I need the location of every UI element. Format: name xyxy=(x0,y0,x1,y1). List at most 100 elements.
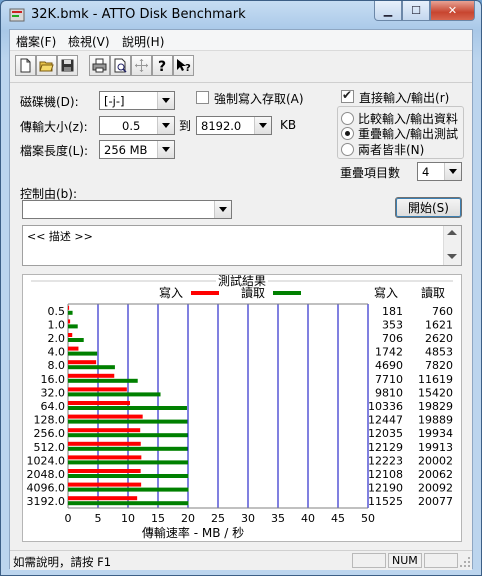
description-textbox[interactable]: << 描述 >> xyxy=(22,225,462,266)
write-value: 12190 xyxy=(368,482,403,495)
write-bar xyxy=(68,455,142,460)
write-value: 11525 xyxy=(368,495,403,508)
open-folder-icon[interactable] xyxy=(36,55,57,76)
direct-io-label: 直接輸入/輸出(r) xyxy=(359,91,450,105)
read-bar xyxy=(68,310,73,315)
chevron-down-icon xyxy=(444,163,461,180)
x-tick-label: 50 xyxy=(361,512,375,525)
window-title: 32K.bmk - ATTO Disk Benchmark xyxy=(31,7,246,22)
menu-view[interactable]: 檢視(V) xyxy=(68,33,110,50)
chevron-down-icon xyxy=(157,117,174,134)
results-chart: 測試結果 寫入 讀取 寫入 讀取 0 5 10 15 20 25 30 35 40 45 500.5… xyxy=(27,273,453,540)
y-tick-label: 16.0 xyxy=(41,373,66,386)
write-bar xyxy=(68,401,131,405)
close-button[interactable]: ✕ xyxy=(430,1,475,21)
y-tick-label: 2.0 xyxy=(48,332,66,345)
read-value: 19889 xyxy=(418,414,453,427)
move-icon[interactable] xyxy=(131,55,152,76)
chevron-down-icon xyxy=(254,117,271,134)
read-bar xyxy=(68,365,115,370)
force-write-checkbox[interactable] xyxy=(196,91,209,104)
x-tick-label: 0 xyxy=(65,512,72,525)
x-tick-label: 5 xyxy=(95,512,102,525)
resize-grip-icon[interactable] xyxy=(459,556,471,568)
read-value: 4853 xyxy=(425,346,453,359)
write-bar xyxy=(68,305,70,310)
read-bar xyxy=(68,460,189,465)
file-length-value: 256 MB xyxy=(104,143,148,157)
kb-label: KB xyxy=(280,118,297,132)
description-scrollbar[interactable] xyxy=(443,226,461,265)
save-disk-icon[interactable] xyxy=(57,55,78,76)
y-tick-label: 2048.0 xyxy=(27,468,66,481)
write-bar xyxy=(68,482,142,487)
write-bar xyxy=(68,387,127,392)
neither-radio[interactable] xyxy=(341,143,354,156)
drive-label: 磁碟機(D): xyxy=(20,95,79,109)
x-axis-label: 傳輸速率 - MB / 秒 xyxy=(142,525,244,540)
x-tick-label: 30 xyxy=(241,512,255,525)
minimize-button[interactable]: ▁ xyxy=(374,1,402,21)
read-value: 20062 xyxy=(418,468,453,481)
app-icon xyxy=(9,8,25,22)
read-bar xyxy=(68,501,189,506)
title-bar[interactable]: 32K.bmk - ATTO Disk Benchmark ▁ ☐ ✕ xyxy=(1,1,481,29)
new-file-icon[interactable] xyxy=(15,55,36,76)
print-icon[interactable] xyxy=(89,55,110,76)
results-panel: 測試結果 寫入 讀取 寫入 讀取 0 5 10 15 20 25 30 35 40 45 50 0.5… xyxy=(22,273,462,542)
read-value: 20077 xyxy=(418,495,453,508)
write-bar xyxy=(68,469,141,473)
menu-file[interactable]: 檔案(F) xyxy=(16,33,56,50)
context-help-icon[interactable]: ? xyxy=(173,55,194,76)
scroll-up-icon[interactable] xyxy=(447,230,457,235)
x-tick-label: 35 xyxy=(271,512,285,525)
read-value: 20092 xyxy=(418,482,453,495)
write-bar xyxy=(68,333,73,337)
overlapped-io-label: 重疊輸入/輸出測試 xyxy=(358,127,459,141)
write-value: 12035 xyxy=(368,427,403,440)
compare-io-radio[interactable] xyxy=(341,112,354,125)
read-bar xyxy=(68,351,98,356)
y-tick-label: 256.0 xyxy=(34,427,66,440)
read-bar xyxy=(68,446,188,451)
read-bar xyxy=(68,324,78,329)
direct-io-checkbox[interactable] xyxy=(341,88,354,103)
write-value: 706 xyxy=(382,332,403,345)
transfer-to-select[interactable]: 8192.0 xyxy=(196,116,272,135)
write-bar xyxy=(68,319,71,324)
read-value: 7820 xyxy=(425,359,453,372)
read-bar xyxy=(68,392,161,397)
status-scroll-pane xyxy=(424,553,458,568)
scroll-down-icon[interactable] xyxy=(447,254,457,259)
y-tick-label: 8.0 xyxy=(48,359,66,372)
write-value: 7710 xyxy=(375,373,403,386)
write-legend-swatch xyxy=(191,291,219,295)
file-length-label: 檔案長度(L): xyxy=(20,144,89,158)
description-text: << 描述 >> xyxy=(27,230,93,243)
to-label: 到 xyxy=(179,119,192,133)
transfer-from-select[interactable]: 0.5 xyxy=(99,116,175,135)
write-value: 353 xyxy=(382,318,403,331)
maximize-button[interactable]: ☐ xyxy=(402,1,430,21)
write-value: 4690 xyxy=(375,359,403,372)
overlapped-io-radio[interactable] xyxy=(341,127,354,140)
drive-select[interactable]: [-j-] xyxy=(99,91,175,110)
status-help-text: 如需說明，請按 F1 xyxy=(13,555,112,569)
read-value: 19829 xyxy=(418,400,453,413)
file-length-select[interactable]: 256 MB xyxy=(99,140,175,159)
write-bar xyxy=(68,373,115,378)
menu-bar: 檔案(F) 檢視(V) 說明(H) xyxy=(10,30,472,51)
queue-depth-select[interactable]: 4 xyxy=(417,162,462,181)
controlled-by-select[interactable] xyxy=(22,200,232,219)
read-value: 15420 xyxy=(418,386,453,399)
y-tick-label: 1024.0 xyxy=(27,454,66,467)
print-preview-icon[interactable] xyxy=(110,55,131,76)
read-value: 20002 xyxy=(418,454,453,467)
y-tick-label: 3192.0 xyxy=(27,495,66,508)
help-question-icon[interactable]: ? xyxy=(152,55,173,76)
start-button[interactable]: 開始(S) xyxy=(395,197,462,218)
write-bar xyxy=(68,360,97,365)
client-area: 檔案(F) 檢視(V) 說明(H) ? ? 磁碟機(D): [-j-] 強制寫入… xyxy=(9,29,473,570)
write-bar xyxy=(68,414,143,419)
menu-help[interactable]: 說明(H) xyxy=(122,33,164,50)
